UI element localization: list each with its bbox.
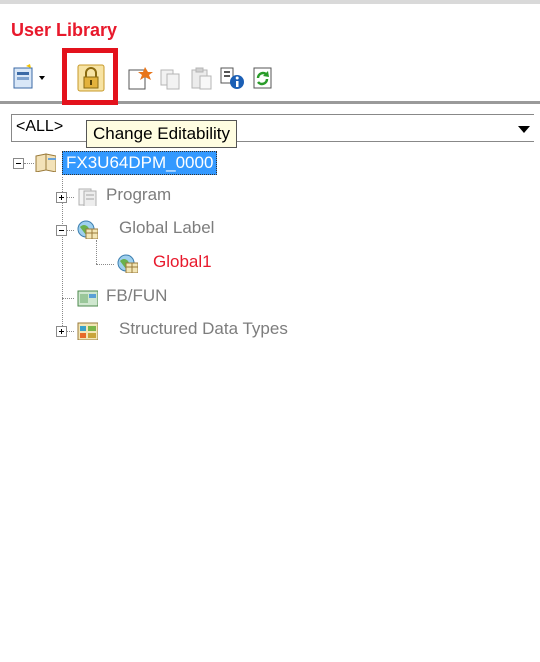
new-data-button[interactable] [126,64,154,92]
top-border [0,0,540,4]
new-data-icon [128,67,153,90]
chevron-down-icon[interactable] [512,115,534,141]
tree-item-structured-data-types[interactable]: Structured Data Types [119,319,288,339]
structured-data-icon [77,322,98,340]
tree-connector [96,240,97,264]
program-icon [78,188,97,206]
globe-table-icon [117,254,138,273]
properties-button[interactable] [218,64,246,92]
refresh-icon [253,67,272,89]
collapse-toggle[interactable] [13,158,24,169]
paste-button[interactable] [188,64,216,92]
refresh-button[interactable] [250,64,278,92]
tree-item-fb-fun[interactable]: FB/FUN [106,286,167,306]
tree-item-global1[interactable]: Global1 [153,252,212,272]
tree-root-label[interactable]: FX3U64DPM_0000 [62,151,218,175]
globe-table-icon [77,220,98,239]
panel-title: User Library [11,20,118,40]
tree-connector [24,163,34,164]
new-item-button[interactable] [12,64,45,92]
expand-toggle[interactable] [56,192,67,203]
tree-item-global-label[interactable]: Global Label [119,218,214,238]
copy-button[interactable] [157,64,185,92]
filter-value: <ALL> [16,118,64,135]
fb-fun-icon [77,290,98,307]
copy-icon [160,69,180,90]
new-item-icon [13,64,45,89]
tree-connector [62,298,74,299]
properties-icon [220,67,244,89]
paste-icon [191,67,212,90]
collapse-toggle[interactable] [56,225,67,236]
book-icon [35,153,56,172]
tree-connector [96,264,114,265]
tooltip: Change Editability [86,120,238,148]
expand-toggle[interactable] [56,326,67,337]
tree-item-program[interactable]: Program [106,185,171,205]
lock-button-highlight [62,48,118,105]
